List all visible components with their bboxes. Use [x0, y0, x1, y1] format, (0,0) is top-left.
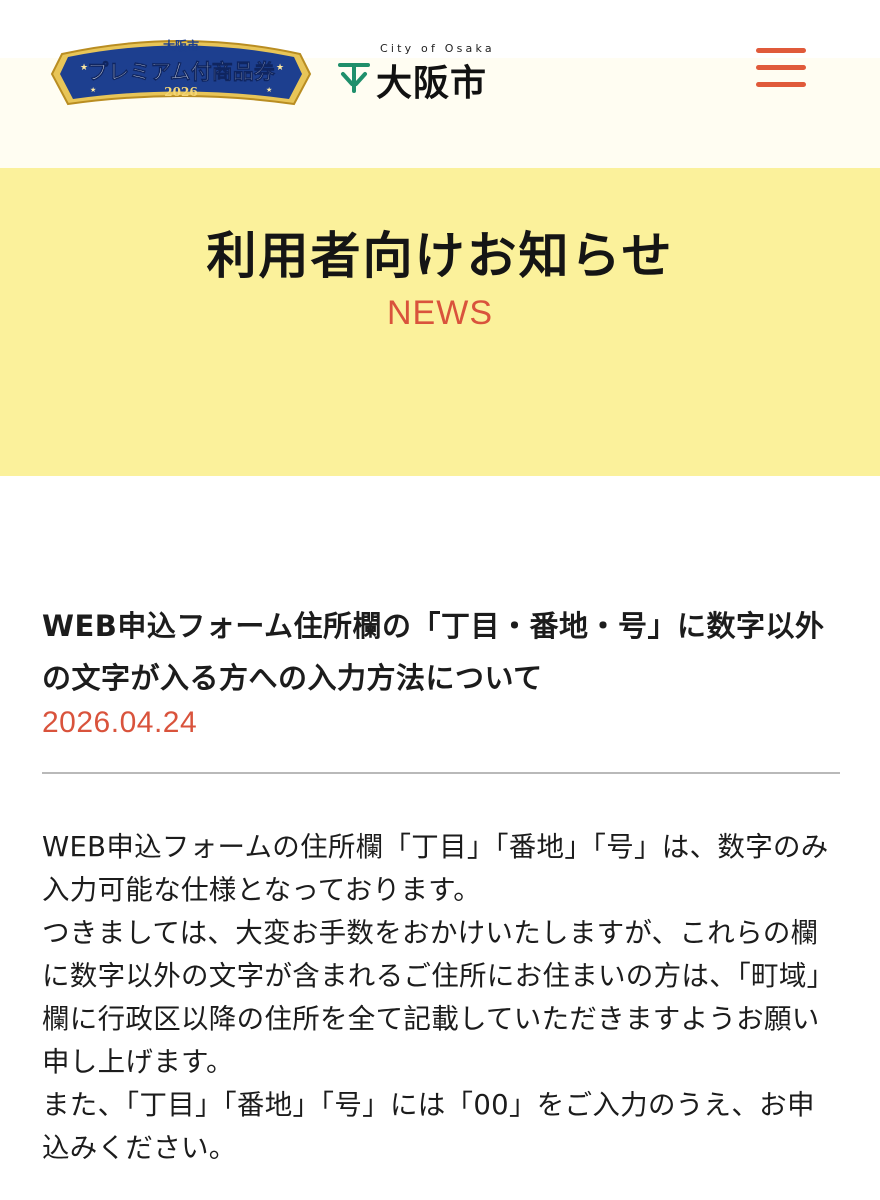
menu-bar — [756, 48, 806, 53]
logo-year-text: 2026 — [164, 85, 197, 99]
article-divider — [42, 772, 840, 774]
star-icon: ★ — [266, 86, 272, 94]
news-article: WEB申込フォーム住所欄の「丁目・番地・号」に数字以外の文字が入る方への入力方法… — [42, 600, 840, 1164]
city-of-osaka-logo[interactable]: City of Osaka 大阪市 — [336, 42, 506, 104]
osaka-city-mark-icon — [338, 63, 370, 93]
article-paragraph: WEB申込フォームの住所欄「丁目」「番地」「号」は、数字のみ入力可能な仕様となっ… — [42, 831, 829, 906]
page-hero: 利用者向けお知らせ NEWS — [0, 168, 880, 476]
menu-bar — [756, 82, 806, 87]
article-paragraph: つきましては、大変お手数をおかけいたしますが、これらの欄に数字以外の文字が含まれ… — [42, 917, 835, 1078]
logo-main-text: プレミアム付商品券 — [87, 60, 276, 84]
premium-voucher-logo[interactable]: ★ ★ ★ ★ 大阪市 プレミアム付商品券 2026 — [48, 30, 314, 108]
logo-top-text: 大阪市 — [163, 38, 199, 53]
article-title: WEB申込フォーム住所欄の「丁目・番地・号」に数字以外の文字が入る方への入力方法… — [42, 609, 825, 695]
star-icon: ★ — [276, 63, 284, 73]
page-title: 利用者向けお知らせ — [206, 227, 674, 285]
article-date: 2026.04.24 — [42, 706, 198, 739]
site-header: ★ ★ ★ ★ 大阪市 プレミアム付商品券 2026 City of Osaka… — [0, 0, 880, 168]
hamburger-menu-icon[interactable] — [756, 48, 808, 92]
menu-bar — [756, 65, 806, 70]
article-paragraph: また、「丁目」「番地」「号」には「00」をご入力のうえ、お申込みください。 — [42, 1089, 815, 1164]
page-subtitle: NEWS — [387, 294, 493, 332]
premium-voucher-logo-graphic: ★ ★ ★ ★ 大阪市 プレミアム付商品券 2026 — [50, 38, 312, 106]
page: ★ ★ ★ ★ 大阪市 プレミアム付商品券 2026 City of Osaka… — [0, 0, 880, 1200]
star-icon: ★ — [90, 86, 96, 94]
article-body: WEB申込フォームの住所欄「丁目」「番地」「号」は、数字のみ入力可能な仕様となっ… — [42, 826, 840, 1170]
city-name-text: 大阪市 — [376, 63, 488, 104]
